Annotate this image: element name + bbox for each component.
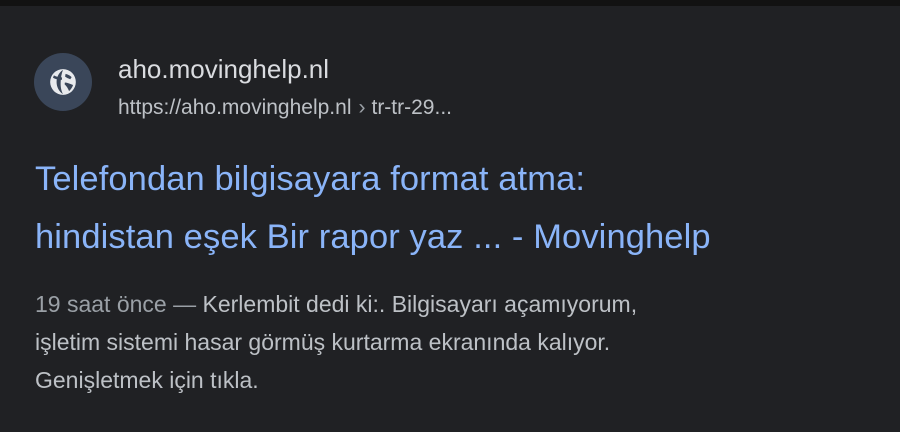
snippet-line: 19 saat önce — Kerlembit dedi ki:. Bilgi…: [35, 285, 885, 323]
snippet-text: Kerlembit dedi ki:. Bilgisayarı açamıyor…: [202, 291, 638, 317]
snippet-dash: —: [173, 291, 197, 317]
result-snippet: 19 saat önce — Kerlembit dedi ki:. Bilgi…: [35, 285, 885, 399]
screen-frame: aho.movinghelp.nl https://aho.movinghelp…: [0, 0, 900, 432]
result-title-line: hindistan eşek Bir rapor yaz ... - Movin…: [35, 218, 711, 256]
site-favicon[interactable]: [34, 53, 92, 111]
snippet-line: işletim sistemi hasar görmüş kurtarma ek…: [35, 329, 611, 355]
result-title-line: Telefondan bilgisayara format atma:: [35, 160, 586, 198]
globe-icon: [50, 69, 76, 95]
search-result-card[interactable]: aho.movinghelp.nl https://aho.movinghelp…: [0, 6, 900, 432]
result-url-breadcrumb[interactable]: https://aho.movinghelp.nl › tr-tr-29...: [118, 94, 452, 122]
chevron-right-icon: ›: [358, 96, 366, 119]
result-age: 19 saat önce: [35, 291, 167, 317]
site-name[interactable]: aho.movinghelp.nl: [118, 54, 329, 84]
result-url-path: tr-tr-29...: [371, 96, 452, 119]
result-title-link[interactable]: Telefondan bilgisayara format atma: hind…: [35, 150, 885, 266]
result-url: https://aho.movinghelp.nl: [118, 96, 352, 119]
snippet-line: Genişletmek için tıkla.: [35, 367, 259, 393]
